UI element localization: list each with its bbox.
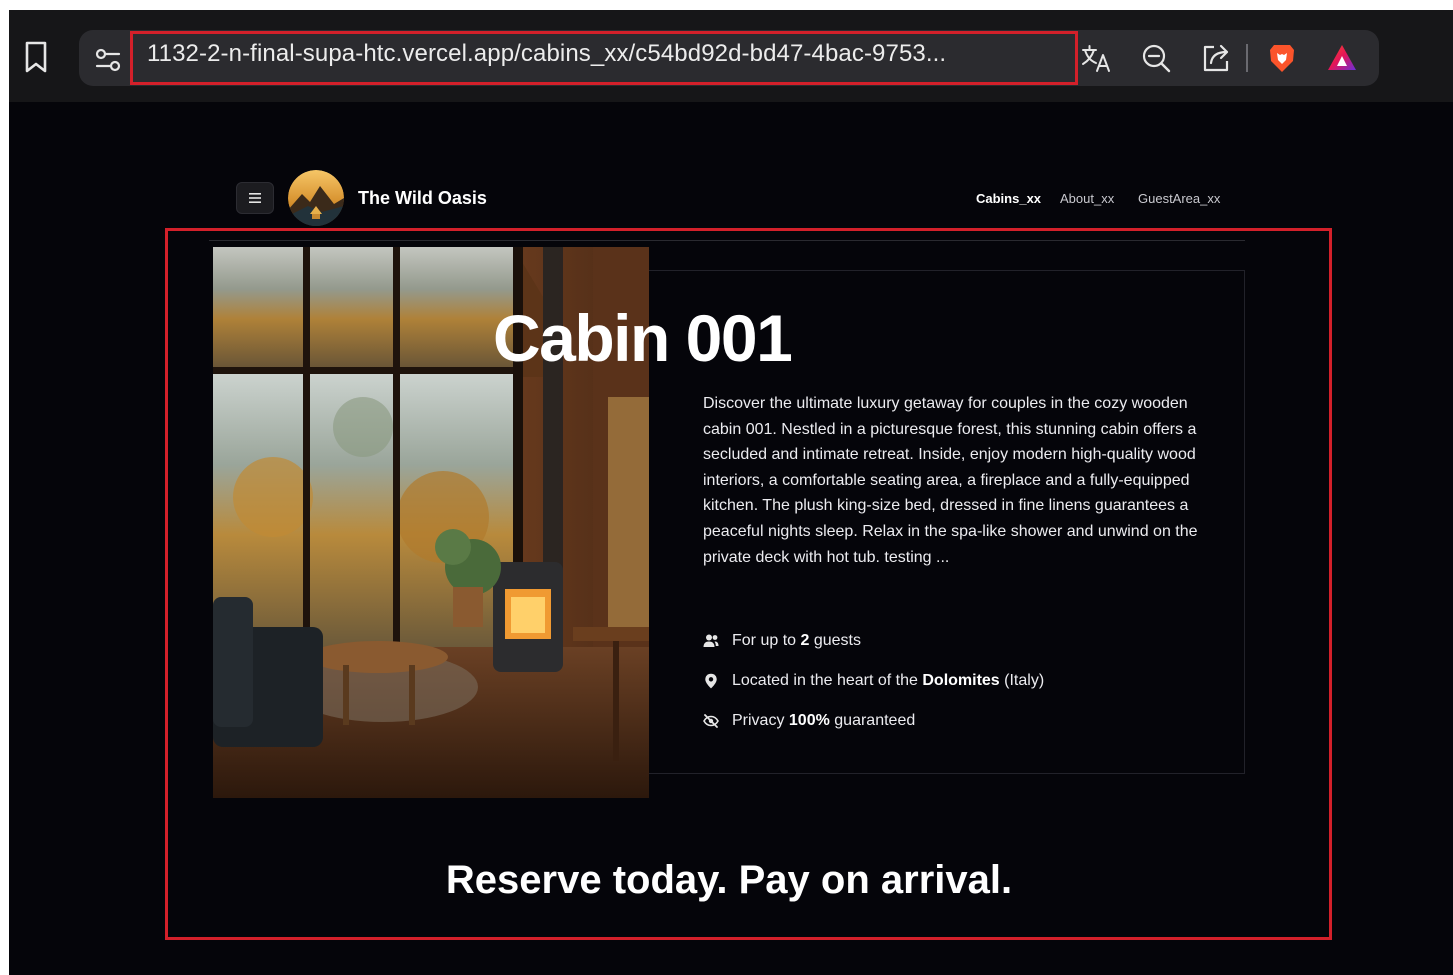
nav-cabins[interactable]: Cabins_xx bbox=[976, 191, 1041, 206]
browser-toolbar: 1132-2-n-final-supa-htc.vercel.app/cabin… bbox=[9, 10, 1453, 102]
brand-logo[interactable] bbox=[288, 170, 344, 226]
nav-about[interactable]: About_xx bbox=[1060, 191, 1114, 206]
brand-name[interactable]: The Wild Oasis bbox=[358, 188, 487, 209]
zoom-out-icon[interactable] bbox=[1140, 42, 1172, 74]
toolbar-separator bbox=[1246, 44, 1248, 72]
site-settings-icon[interactable] bbox=[93, 46, 123, 74]
main-content-highlight-box bbox=[165, 228, 1332, 940]
share-icon[interactable] bbox=[1200, 42, 1232, 74]
brave-lion-icon[interactable] bbox=[1266, 42, 1298, 74]
bookmark-icon[interactable] bbox=[23, 40, 49, 74]
nav-guest-area[interactable]: GuestArea_xx bbox=[1138, 191, 1220, 206]
translate-icon[interactable] bbox=[1080, 42, 1112, 74]
hamburger-menu-icon bbox=[249, 193, 261, 203]
screenshot: 1132-2-n-final-supa-htc.vercel.app/cabin… bbox=[9, 10, 1453, 975]
hamburger-menu-button[interactable] bbox=[236, 182, 274, 214]
brave-rewards-icon[interactable] bbox=[1326, 42, 1358, 74]
url-highlight-box bbox=[130, 31, 1078, 85]
